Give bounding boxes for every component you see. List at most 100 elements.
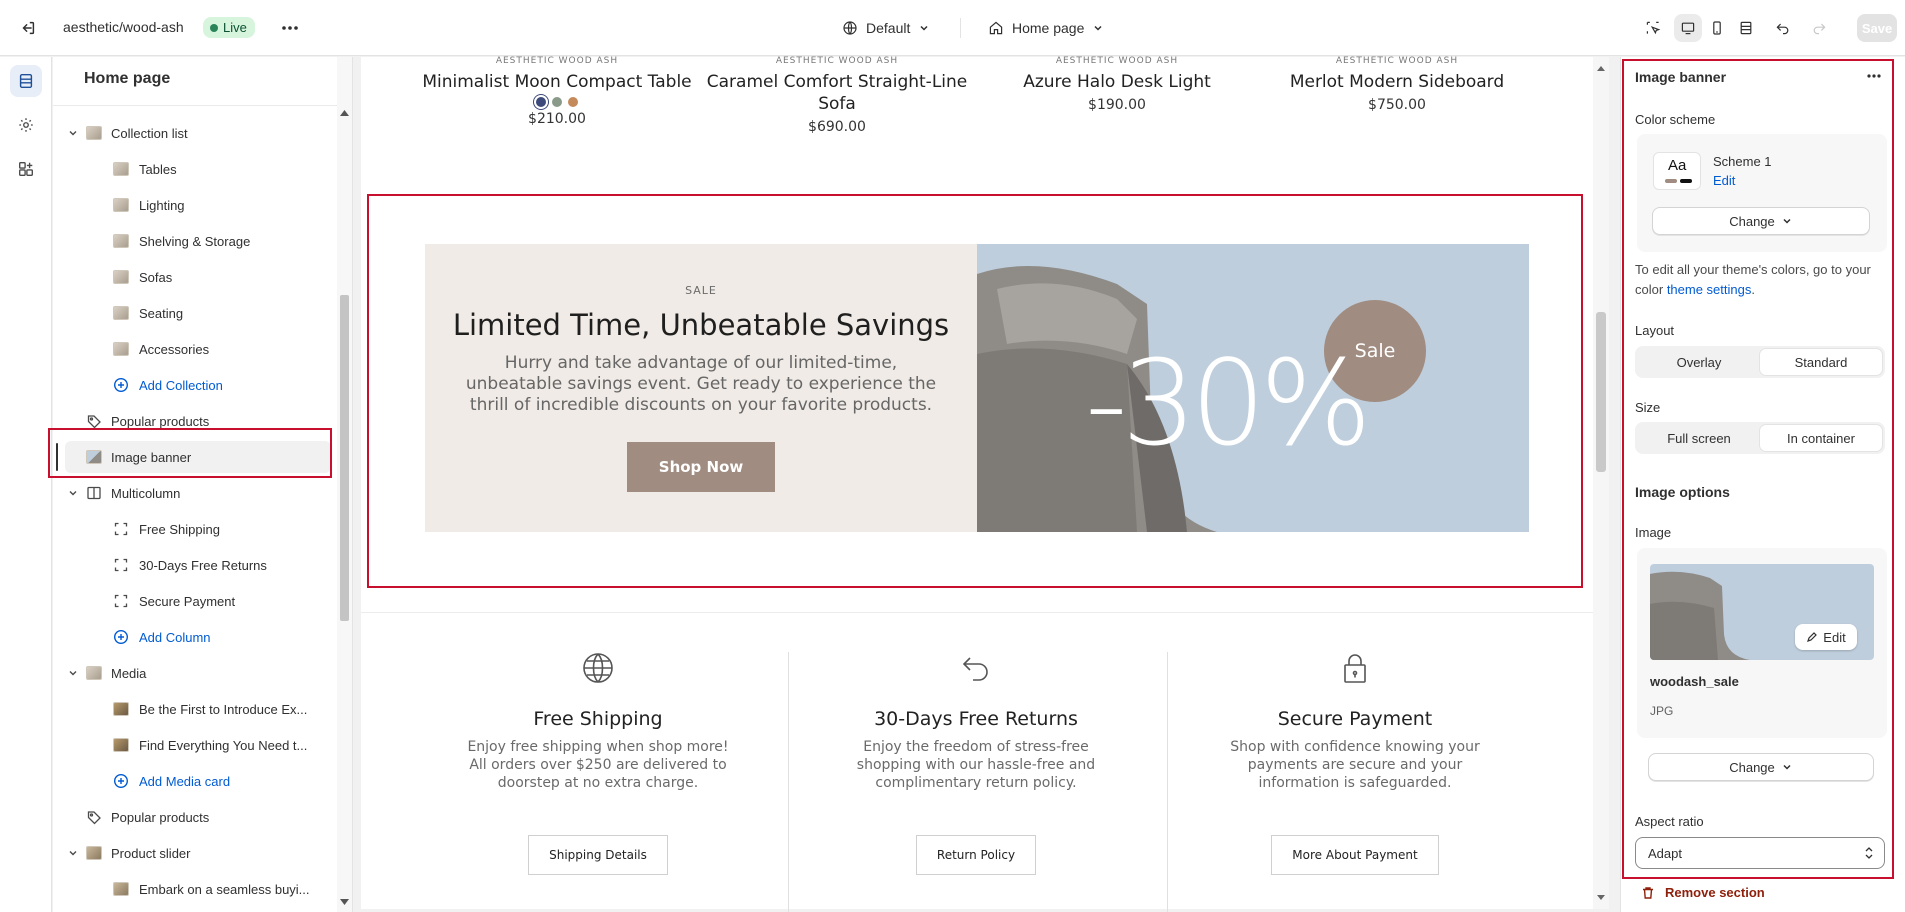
settings-gear-icon[interactable] xyxy=(10,109,42,141)
size-toggle: Full screen In container xyxy=(1635,422,1885,454)
more-about-payment-button[interactable]: More About Payment xyxy=(1271,835,1439,875)
tree-item[interactable]: Sofas xyxy=(53,259,335,295)
mobile-view-icon[interactable] xyxy=(1703,14,1731,42)
apps-icon[interactable] xyxy=(10,153,42,185)
tree-item[interactable]: Image banner xyxy=(53,439,335,475)
status-dot-icon xyxy=(210,23,218,32)
product-card[interactable]: AESTHETIC WOOD ASH Minimalist Moon Compa… xyxy=(417,56,697,127)
change-image-button[interactable]: Change xyxy=(1648,753,1874,781)
lock-icon xyxy=(1337,650,1373,686)
size-full-screen-option[interactable]: Full screen xyxy=(1638,425,1760,451)
product-price: $750.00 xyxy=(1368,97,1426,113)
shop-now-button[interactable]: Shop Now xyxy=(627,442,775,492)
tree-item-label: Add Collection xyxy=(139,377,223,393)
swatch[interactable] xyxy=(536,97,546,107)
panel-title: Image banner xyxy=(1635,69,1727,85)
product-card[interactable]: AESTHETIC WOOD ASH Azure Halo Desk Light… xyxy=(977,56,1257,113)
layout-standard-option[interactable]: Standard xyxy=(1760,349,1882,375)
exit-icon[interactable] xyxy=(16,16,40,40)
section-list: Collection list Tables Lighting Shelving & … xyxy=(53,115,335,907)
tree-scrollbar[interactable] xyxy=(337,57,352,912)
tree-item[interactable]: Embark on a seamless buyi... xyxy=(53,871,335,907)
theme-settings-link[interactable]: theme settings xyxy=(1667,282,1752,297)
chevron-down-icon[interactable] xyxy=(67,487,79,499)
more-actions-icon[interactable] xyxy=(278,16,302,40)
globe-icon xyxy=(580,650,616,686)
image-thumbnail[interactable]: Edit xyxy=(1650,564,1874,660)
tree-item[interactable]: Media xyxy=(53,655,335,691)
scrollbar-thumb[interactable] xyxy=(340,295,349,621)
collection-thumb xyxy=(113,269,129,285)
page-selector[interactable]: Home page xyxy=(988,16,1104,40)
product-card[interactable]: AESTHETIC WOOD ASH Merlot Modern Sideboa… xyxy=(1257,56,1537,113)
tree-item[interactable]: Secure Payment xyxy=(53,583,335,619)
tree-item[interactable]: Popular products xyxy=(53,799,335,835)
tree-item[interactable]: Product slider xyxy=(53,835,335,871)
product-name[interactable]: Caramel Comfort Straight-Line Sofa xyxy=(697,71,977,115)
size-in-container-option[interactable]: In container xyxy=(1760,425,1882,451)
theme-selector[interactable]: Default xyxy=(842,16,930,40)
preview-scrollbar[interactable] xyxy=(1593,57,1609,909)
undo-icon[interactable] xyxy=(1769,14,1797,42)
edit-image-button[interactable]: Edit xyxy=(1795,624,1857,650)
column-block-icon xyxy=(113,593,129,609)
tree-item[interactable]: 30-Days Free Returns xyxy=(53,547,335,583)
desktop-view-icon[interactable] xyxy=(1674,14,1702,42)
tree-item[interactable]: Be the First to Introduce Ex... xyxy=(53,691,335,727)
tree-item[interactable]: Accessories xyxy=(53,331,335,367)
tree-item[interactable]: Multicolumn xyxy=(53,475,335,511)
scheme-edit-link[interactable]: Edit xyxy=(1713,173,1735,188)
tree-item[interactable]: Lighting xyxy=(53,187,335,223)
tree-item-label: Popular products xyxy=(111,809,210,825)
chevron-down-icon[interactable] xyxy=(67,847,79,859)
tree-item[interactable]: Collection list xyxy=(53,115,335,151)
image-options-heading: Image options xyxy=(1635,484,1730,500)
aspect-ratio-value: Adapt xyxy=(1648,845,1682,861)
product-card[interactable]: AESTHETIC WOOD ASH Caramel Comfort Strai… xyxy=(697,56,977,135)
tree-item-label: Accessories xyxy=(139,341,210,357)
swatch[interactable] xyxy=(568,97,578,107)
product-name[interactable]: Minimalist Moon Compact Table xyxy=(417,71,697,93)
tree-item-label: Image banner xyxy=(111,449,192,465)
divider xyxy=(960,18,961,38)
layout-overlay-option[interactable]: Overlay xyxy=(1638,349,1760,375)
image-banner[interactable]: SALE Limited Time, Unbeatable Savings Hu… xyxy=(425,244,1529,532)
chevron-down-icon[interactable] xyxy=(67,127,79,139)
collection-thumb xyxy=(113,197,129,213)
tree-item[interactable]: Popular products xyxy=(53,403,335,439)
full-width-view-icon[interactable] xyxy=(1732,14,1760,42)
tree-item[interactable]: Free Shipping xyxy=(53,511,335,547)
size-label: Size xyxy=(1635,400,1661,415)
tree-item[interactable]: Add Collection xyxy=(53,367,335,403)
tree-item[interactable]: Shelving & Storage xyxy=(53,223,335,259)
theme-label: Default xyxy=(866,20,911,36)
scrollbar-thumb[interactable] xyxy=(1596,312,1606,472)
save-button[interactable]: Save xyxy=(1857,14,1897,42)
tree-item-label: Sofas xyxy=(139,269,173,285)
tree-item[interactable]: Find Everything You Need t... xyxy=(53,727,335,763)
return-policy-button[interactable]: Return Policy xyxy=(915,835,1037,875)
product-name[interactable]: Azure Halo Desk Light xyxy=(977,71,1257,93)
tree-item[interactable]: Add Column xyxy=(53,619,335,655)
product-name[interactable]: Merlot Modern Sideboard xyxy=(1257,71,1537,93)
remove-section-button[interactable]: Remove section xyxy=(1641,885,1765,900)
banner-text: Hurry and take advantage of our limited-… xyxy=(465,353,937,415)
column-block-icon xyxy=(113,557,129,573)
discount-text: -30% xyxy=(1085,334,1372,472)
redo-icon[interactable] xyxy=(1805,14,1833,42)
feature-text: Enjoy free shipping when shop more! All … xyxy=(467,739,729,791)
tree-item[interactable]: Seating xyxy=(53,295,335,331)
aspect-ratio-select[interactable]: Adapt xyxy=(1635,837,1885,869)
banner-subheading: SALE xyxy=(685,284,717,297)
sections-icon[interactable] xyxy=(10,65,42,97)
more-options-icon[interactable] xyxy=(1862,66,1886,86)
chevron-down-icon[interactable] xyxy=(67,667,79,679)
feature-title: Free Shipping xyxy=(533,708,663,730)
tree-item[interactable]: Add Media card xyxy=(53,763,335,799)
shipping-details-button[interactable]: Shipping Details xyxy=(528,835,668,875)
change-scheme-button[interactable]: Change xyxy=(1652,207,1870,235)
inspector-icon[interactable] xyxy=(1639,14,1667,42)
tree-item[interactable]: Tables xyxy=(53,151,335,187)
status-badge: Live xyxy=(203,17,255,38)
swatch[interactable] xyxy=(552,97,562,107)
